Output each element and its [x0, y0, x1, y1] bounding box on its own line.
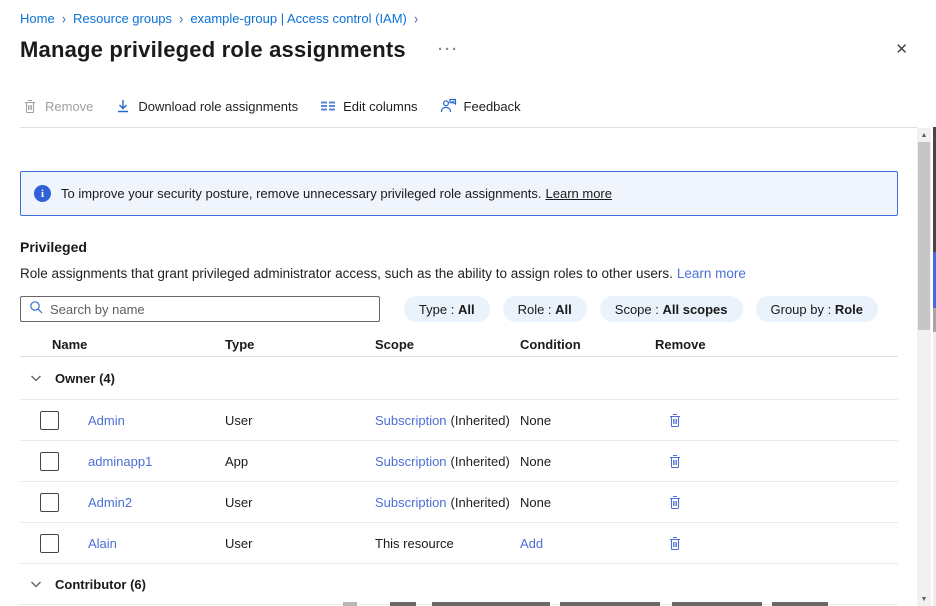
- scope-suffix: (Inherited): [451, 454, 510, 469]
- breadcrumb-example-group-iam[interactable]: example-group | Access control (IAM): [190, 11, 407, 26]
- row-scope: This resource: [375, 536, 520, 551]
- role-assignments-table: Name Type Scope Condition Remove Owner (…: [20, 333, 898, 605]
- privileged-section-description: Role assignments that grant privileged a…: [20, 266, 746, 281]
- info-icon: i: [34, 185, 51, 202]
- row-checkbox[interactable]: [40, 452, 59, 471]
- delete-row-button[interactable]: [667, 494, 683, 510]
- chevron-down-icon[interactable]: [30, 372, 42, 384]
- row-condition: Add: [520, 536, 655, 551]
- row-name-link[interactable]: Alain: [88, 536, 117, 551]
- scope-suffix: (Inherited): [451, 413, 510, 428]
- row-condition: None: [520, 413, 655, 428]
- row-type: User: [225, 413, 375, 428]
- filter-scope[interactable]: Scope : All scopes: [600, 296, 743, 322]
- delete-row-button[interactable]: [667, 412, 683, 428]
- more-options-icon[interactable]: ···: [438, 42, 459, 57]
- group-label: Owner (4): [55, 371, 115, 386]
- page-title: Manage privileged role assignments: [20, 37, 406, 63]
- scope-link[interactable]: Subscription: [375, 495, 447, 510]
- table-row: adminapp1 App Subscription (Inherited) No…: [20, 441, 898, 482]
- remove-label: Remove: [45, 99, 93, 114]
- search-box: [20, 296, 380, 322]
- download-role-assignments-button[interactable]: Download role assignments: [115, 98, 298, 114]
- group-row-owner[interactable]: Owner (4): [20, 357, 898, 400]
- scope-link[interactable]: Subscription: [375, 413, 447, 428]
- row-type: User: [225, 536, 375, 551]
- scope-link[interactable]: Subscription: [375, 454, 447, 469]
- chevron-right-icon: ›: [414, 10, 418, 27]
- toolbar-divider: [20, 127, 917, 128]
- column-header-remove: Remove: [655, 337, 898, 352]
- info-banner: i To improve your security posture, remo…: [20, 171, 898, 216]
- column-header-scope: Scope: [375, 337, 520, 352]
- close-icon[interactable]: ✕: [895, 42, 908, 57]
- row-name-link[interactable]: Admin: [88, 413, 125, 428]
- feedback-button[interactable]: Feedback: [440, 98, 521, 114]
- row-scope: Subscription (Inherited): [375, 495, 520, 510]
- edit-columns-label: Edit columns: [343, 99, 417, 114]
- trash-icon: [22, 98, 38, 114]
- column-header-name: Name: [20, 337, 225, 352]
- chevron-right-icon: ›: [62, 10, 66, 27]
- row-type: User: [225, 495, 375, 510]
- row-name-link[interactable]: adminapp1: [88, 454, 152, 469]
- row-checkbox[interactable]: [40, 493, 59, 512]
- edit-columns-button[interactable]: Edit columns: [320, 98, 417, 114]
- filter-role[interactable]: Role : All: [503, 296, 587, 322]
- row-type: App: [225, 454, 375, 469]
- toolbar: Remove Download role assignments Edit co…: [22, 98, 521, 114]
- row-scope: Subscription (Inherited): [375, 413, 520, 428]
- search-input[interactable]: [50, 302, 371, 317]
- table-header-row: Name Type Scope Condition Remove: [20, 333, 898, 357]
- delete-row-button[interactable]: [667, 453, 683, 469]
- scope-suffix: (Inherited): [451, 495, 510, 510]
- feedback-icon: [440, 98, 457, 114]
- scope-text: This resource: [375, 536, 454, 551]
- scrollbar-thumb[interactable]: [918, 142, 930, 330]
- chevron-right-icon: ›: [179, 10, 183, 27]
- column-header-type: Type: [225, 337, 375, 352]
- download-icon: [115, 98, 131, 114]
- row-scope: Subscription (Inherited): [375, 454, 520, 469]
- condition-add-link[interactable]: Add: [520, 536, 543, 551]
- delete-row-button[interactable]: [667, 535, 683, 551]
- section-learn-more-link[interactable]: Learn more: [677, 266, 746, 281]
- filter-pills: Type : All Role : All Scope : All scopes…: [404, 296, 878, 322]
- privileged-section-title: Privileged: [20, 239, 87, 255]
- row-condition: None: [520, 454, 655, 469]
- banner-message: To improve your security posture, remove…: [61, 186, 612, 201]
- column-header-condition: Condition: [520, 337, 655, 352]
- feedback-label: Feedback: [464, 99, 521, 114]
- chevron-down-icon[interactable]: [30, 578, 42, 590]
- scrollbar-up-icon[interactable]: ▲: [917, 128, 931, 142]
- row-checkbox[interactable]: [40, 411, 59, 430]
- row-checkbox[interactable]: [40, 534, 59, 553]
- breadcrumb-home[interactable]: Home: [20, 11, 55, 26]
- vertical-scrollbar[interactable]: ▲ ▼: [917, 128, 931, 606]
- edit-columns-icon: [320, 98, 336, 114]
- table-row: Admin2 User Subscription (Inherited) None: [20, 482, 898, 523]
- group-row-contributor[interactable]: Contributor (6): [20, 564, 898, 605]
- download-label: Download role assignments: [138, 99, 298, 114]
- row-name-link[interactable]: Admin2: [88, 495, 132, 510]
- table-row: Admin User Subscription (Inherited) None: [20, 400, 898, 441]
- banner-learn-more-link[interactable]: Learn more: [546, 186, 612, 201]
- group-label: Contributor (6): [55, 577, 146, 592]
- row-condition: None: [520, 495, 655, 510]
- filter-type[interactable]: Type : All: [404, 296, 490, 322]
- search-icon: [29, 300, 43, 319]
- manage-privileged-role-assignments-panel: Home › Resource groups › example-group |…: [0, 0, 936, 606]
- remove-button[interactable]: Remove: [22, 98, 93, 114]
- filter-group-by[interactable]: Group by : Role: [756, 296, 878, 322]
- table-row: Alain User This resource Add: [20, 523, 898, 564]
- breadcrumb-resource-groups[interactable]: Resource groups: [73, 11, 172, 26]
- breadcrumb: Home › Resource groups › example-group |…: [20, 11, 418, 26]
- scrollbar-down-icon[interactable]: ▼: [917, 592, 931, 606]
